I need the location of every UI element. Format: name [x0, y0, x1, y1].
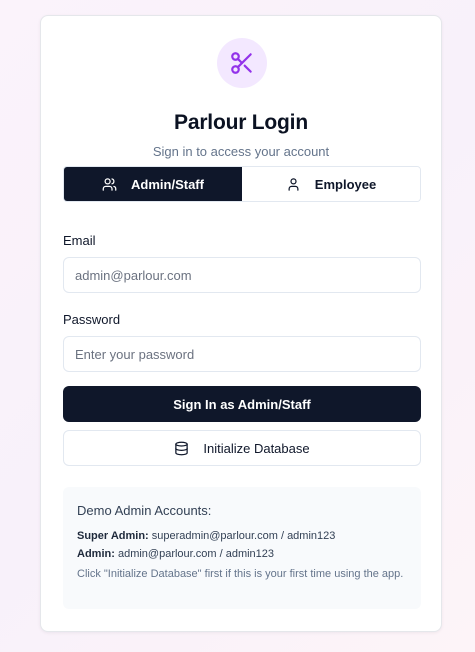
- email-field[interactable]: [63, 257, 421, 293]
- password-field[interactable]: [63, 336, 421, 372]
- initialize-database-label: Initialize Database: [203, 440, 310, 456]
- initialize-database-button[interactable]: Initialize Database: [63, 430, 421, 466]
- login-type-tabs: Admin/Staff Employee: [63, 166, 421, 202]
- demo-accounts-title: Demo Admin Accounts:: [77, 503, 212, 518]
- demo-account-credentials: admin@parlour.com / admin123: [117, 548, 275, 560]
- tab-admin-staff-label: Admin/Staff: [131, 176, 204, 192]
- demo-account-admin: Admin: admin@parlour.com / admin123: [77, 545, 407, 563]
- email-label: Email: [63, 233, 96, 248]
- sign-in-button[interactable]: Sign In as Admin/Staff: [63, 386, 421, 422]
- database-icon: [175, 441, 189, 455]
- tab-employee-label: Employee: [314, 176, 377, 192]
- demo-account-credentials: superadmin@parlour.com / admin123: [151, 530, 336, 542]
- page-title: Parlour Login: [174, 111, 308, 134]
- demo-note: Click "Initialize Database" first if thi…: [77, 568, 404, 580]
- demo-accounts-panel: Demo Admin Accounts: Super Admin: supera…: [63, 487, 421, 609]
- tab-employee[interactable]: Employee: [242, 167, 420, 201]
- demo-account-super-admin: Super Admin: superadmin@parlour.com / ad…: [77, 527, 407, 545]
- logo-badge: [217, 38, 267, 88]
- tab-admin-staff[interactable]: Admin/Staff: [64, 167, 242, 201]
- users-icon: [102, 177, 117, 191]
- demo-account-role: Super Admin:: [77, 530, 149, 542]
- scissors-icon: [231, 52, 252, 74]
- page-subtitle: Sign in to access your account: [152, 144, 330, 159]
- password-label: Password: [63, 312, 121, 327]
- user-icon: [288, 177, 299, 191]
- login-card: Parlour Login Sign in to access your acc…: [40, 15, 442, 632]
- demo-account-role: Admin:: [77, 548, 115, 560]
